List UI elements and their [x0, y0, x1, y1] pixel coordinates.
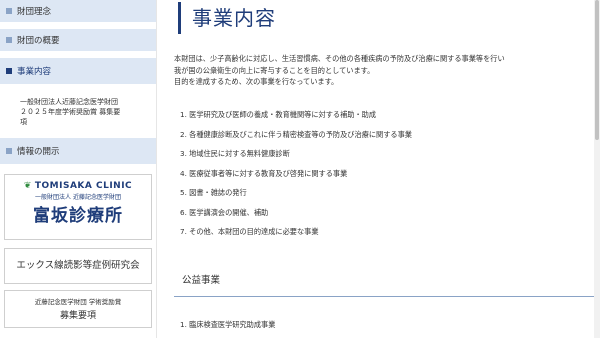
list-item: 5. 図書・雑誌の発行	[180, 188, 247, 197]
page-title: 事業内容	[192, 6, 276, 30]
sidebar-item-label: 財団の概要	[17, 36, 60, 46]
xray-study-banner[interactable]: エックス線読影等症例研究会	[4, 248, 152, 284]
list-item: 4. 医療従事者等に対する教育及び啓発に関する事業	[180, 168, 348, 178]
leaf-logo-icon: ❦	[23, 181, 32, 191]
list-item: 3. 地域住民に対する無料健康診断	[180, 149, 290, 158]
subitem-line: 項	[20, 118, 27, 126]
main-content: 事業内容 本財団は、少子高齢化に対応し、生活習慣病、その他の各種疾病の予防及び治…	[170, 0, 594, 338]
xray-study-label: エックス線読影等症例研究会	[16, 260, 140, 271]
sidebar-item-overview[interactable]: 財団の概要	[0, 29, 156, 51]
project-list: 1. 医学研究及び医師の養成・教育機関等に対する補助・助成 2. 各種健康診断及…	[180, 110, 412, 247]
sidebar-item-disclosure[interactable]: 情報の開示	[0, 138, 156, 164]
clinic-ja-name: 富坂診療所	[33, 206, 123, 226]
scrollbar-thumb[interactable]	[595, 0, 599, 140]
sidebar-item-label: 情報の開示	[17, 147, 60, 157]
award-banner-line2: 募集要項	[59, 311, 96, 321]
public-project-list: 1. 臨床検査医学研究助成事業	[180, 320, 275, 332]
clinic-sub-name: 一般財団法人 近藤記念医学財団	[35, 194, 121, 201]
title-accent-bar	[178, 2, 181, 34]
section-title-public: 公益事業	[182, 275, 221, 286]
intro-line: 目的を達成するため、次の事業を行なっています。	[174, 77, 339, 86]
award-guideline-banner[interactable]: 近藤記念医学財団 学術奨励賞 募集要項	[4, 290, 152, 328]
subitem-line: 一般財団法人近藤記念医学財団	[20, 98, 118, 106]
intro-text: 本財団は、少子高齢化に対応し、生活習慣病、その他の各種疾病の予防及び治療に関する…	[174, 53, 594, 88]
bullet-square-icon	[6, 68, 12, 74]
clinic-en-text: TOMISAKA CLINIC	[34, 181, 133, 191]
sidebar-item-philosophy[interactable]: 財団理念	[0, 0, 156, 22]
bullet-square-icon	[6, 37, 12, 43]
list-item: 7. その他、本財団の目的達成に必要な事業	[180, 227, 319, 236]
award-banner-line1: 近藤記念医学財団 学術奨励賞	[34, 298, 122, 306]
list-item: 1. 臨床検査医学研究助成事業	[180, 320, 276, 329]
intro-line: 我が国の公衆衛生の向上に寄与することを目的としています。	[174, 65, 375, 75]
section-divider	[174, 296, 594, 297]
subitem-line: ２０２５年度学術奨励賞 募集要	[20, 108, 121, 116]
list-item: 1. 医学研究及び医師の養成・教育機関等に対する補助・助成	[180, 110, 377, 119]
list-item: 2. 各種健康診断及びこれに伴う精密検査等の予防及び治療に関する事業	[180, 129, 412, 139]
sidebar-item-label: 事業内容	[17, 67, 52, 77]
bullet-square-icon	[6, 148, 12, 154]
bullet-square-icon	[6, 8, 12, 14]
sidebar-subitem-award[interactable]: 一般財団法人近藤記念医学財団 ２０２５年度学術奨励賞 募集要 項	[0, 97, 156, 127]
sidebar-item-label: 財団理念	[17, 7, 52, 17]
sidebar-item-business[interactable]: 事業内容	[0, 58, 156, 84]
clinic-en-name: ❦ TOMISAKA CLINIC	[5, 181, 151, 191]
sidebar: 財団理念 財団の概要 事業内容 一般財団法人近藤記念医学財団 ２０２５年度学術奨…	[0, 0, 157, 338]
intro-line: 本財団は、少子高齢化に対応し、生活習慣病、その他の各種疾病の予防及び治療に関する…	[174, 54, 505, 63]
tomisaka-clinic-banner[interactable]: ❦ TOMISAKA CLINIC 一般財団法人 近藤記念医学財団 富坂診療所	[4, 174, 152, 240]
list-item: 6. 医学講演会の開催、補助	[180, 207, 269, 217]
